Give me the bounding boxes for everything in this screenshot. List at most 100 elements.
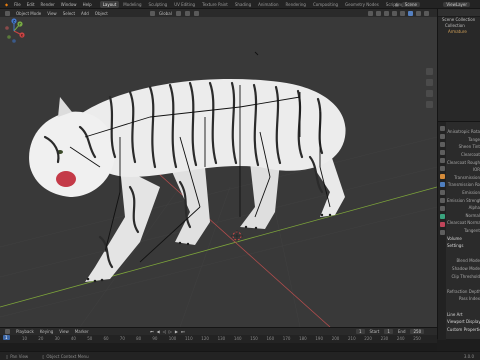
properties-field-row[interactable]	[447, 280, 480, 288]
tab-uv-editing[interactable]: UV Editing	[171, 1, 198, 8]
tab-rendering[interactable]: Rendering	[283, 1, 309, 8]
transform-orientation-dropdown[interactable]: Global	[159, 11, 172, 16]
menu-help[interactable]: Help	[83, 2, 92, 7]
tab-animation[interactable]: Animation	[255, 1, 281, 8]
editor-type-icon[interactable]	[5, 10, 10, 16]
properties-field-row[interactable]: Refraction Depth	[447, 287, 480, 295]
tab-layout[interactable]: Layout	[99, 0, 120, 8]
properties-section[interactable]: Viewport Display	[447, 318, 480, 326]
end-frame-field[interactable]: 250	[410, 329, 425, 334]
object-tab-icon[interactable]	[439, 174, 445, 179]
properties-field-row[interactable]: Emission Strength	[447, 196, 480, 204]
world-tab-icon[interactable]	[439, 166, 445, 171]
properties-field-row[interactable]	[447, 303, 480, 311]
camera-view-icon[interactable]	[426, 90, 433, 97]
menu-view[interactable]: View	[47, 11, 57, 16]
properties-field-row[interactable]: Emission	[447, 189, 480, 197]
data-tab-icon[interactable]	[439, 214, 445, 219]
properties-field-row[interactable]	[447, 250, 480, 258]
texture-tab-icon[interactable]	[439, 230, 445, 235]
properties-section[interactable]: Settings	[447, 242, 480, 250]
proportional-edit-icon[interactable]	[193, 10, 199, 16]
scene-tab-icon[interactable]	[439, 158, 445, 163]
jump-start-icon[interactable]: ⏮	[150, 329, 154, 334]
jump-end-icon[interactable]: ⏭	[181, 329, 185, 334]
render-tab-icon[interactable]	[439, 134, 445, 139]
menu-object[interactable]: Object	[95, 11, 108, 16]
view-layer-selector[interactable]: ViewLayer	[443, 2, 470, 7]
menu-render[interactable]: Render	[41, 2, 55, 7]
outliner-row-armature[interactable]: Armature	[438, 29, 480, 35]
properties-field-row[interactable]: Clearcoat Normal	[447, 219, 480, 227]
view-layer-name[interactable]: ViewLayer	[443, 2, 470, 7]
menu-select[interactable]: Select	[63, 11, 75, 16]
physics-tab-icon[interactable]	[439, 198, 445, 203]
zoom-icon[interactable]	[426, 68, 433, 75]
next-key-icon[interactable]: ▶	[175, 329, 178, 334]
play-icon[interactable]: ▷	[169, 329, 172, 334]
play-reverse-icon[interactable]: ◁	[163, 329, 166, 334]
constraints-tab-icon[interactable]	[439, 206, 445, 211]
menu-add[interactable]: Add	[81, 11, 89, 16]
menu-keying[interactable]: Keying	[40, 329, 53, 334]
properties-field-row[interactable]: Shadow Mode	[447, 265, 480, 273]
properties-field-row[interactable]: Clearcoat	[447, 151, 480, 159]
properties-field-row[interactable]: Blend Mode	[447, 257, 480, 265]
tiger-model[interactable]	[29, 78, 346, 283]
current-frame-field[interactable]: 1	[356, 329, 365, 334]
properties-field-row[interactable]: Pass Index	[447, 295, 480, 303]
wireframe-shading-icon[interactable]	[400, 10, 405, 16]
properties-field-row[interactable]: Clip Threshold	[447, 272, 480, 280]
menu-edit[interactable]: Edit	[27, 2, 35, 7]
scene-name[interactable]: Scene	[401, 2, 420, 7]
particles-tab-icon[interactable]	[439, 190, 445, 195]
tool-tab-icon[interactable]	[439, 126, 445, 131]
tab-sculpting[interactable]: Sculpting	[146, 1, 171, 8]
snap-icon[interactable]	[184, 10, 190, 16]
properties-field-row[interactable]: Transmission Ro	[447, 181, 480, 189]
output-tab-icon[interactable]	[439, 142, 445, 147]
orientation-icon[interactable]	[150, 10, 155, 16]
solid-shading-icon[interactable]	[408, 10, 413, 16]
properties-field-row[interactable]: IOR	[447, 166, 480, 174]
visibility-icon[interactable]	[368, 10, 373, 16]
properties-section[interactable]: Line Art	[447, 310, 480, 318]
tab-compositing[interactable]: Compositing	[310, 1, 341, 8]
rendered-shading-icon[interactable]	[424, 10, 429, 16]
timeline-track[interactable]	[0, 343, 437, 351]
tab-shading[interactable]: Shading	[232, 1, 254, 8]
properties-field-row[interactable]: Normal	[447, 212, 480, 220]
navigation-gizmo[interactable]: X Y Z	[0, 17, 28, 45]
properties-field-row[interactable]: Alpha	[447, 204, 480, 212]
menu-playback[interactable]: Playback	[16, 329, 34, 334]
mode-dropdown[interactable]: Object Mode	[16, 11, 41, 16]
material-preview-icon[interactable]	[416, 10, 421, 16]
properties-field-row[interactable]: Sheen Tint	[447, 143, 480, 151]
material-tab-icon[interactable]	[439, 222, 445, 227]
current-frame-marker[interactable]: 1	[3, 335, 10, 340]
scene-selector[interactable]: ▤ Scene	[395, 2, 420, 7]
properties-section[interactable]: Custom Properties	[447, 325, 480, 333]
properties-field-row[interactable]: Transmission	[447, 174, 480, 182]
timeline-editor-icon[interactable]	[5, 329, 10, 334]
timeline-ruler[interactable]: 1 10 20 30 40 50 60 70 80 90 100 110 120 130 140 150 16…	[0, 335, 437, 343]
3d-viewport[interactable]: X Y Z	[0, 17, 437, 327]
view-layer-tab-icon[interactable]	[439, 150, 445, 155]
menu-window[interactable]: Window	[61, 2, 77, 7]
properties-field-row[interactable]: Clearcoat Rough	[447, 158, 480, 166]
gizmo-toggle-icon[interactable]	[376, 10, 381, 16]
menu-marker[interactable]: Marker	[75, 329, 89, 334]
properties-section[interactable]: Volume	[447, 234, 480, 242]
pan-hand-icon[interactable]	[426, 79, 433, 86]
perspective-toggle-icon[interactable]	[426, 101, 433, 108]
tab-geometry-nodes[interactable]: Geometry Nodes	[342, 1, 382, 8]
modifier-tab-icon[interactable]	[439, 182, 445, 187]
properties-field-row[interactable]: Tange	[447, 136, 480, 144]
prev-key-icon[interactable]: ◀	[157, 329, 160, 334]
tab-modeling[interactable]: Modeling	[120, 1, 144, 8]
pivot-icon[interactable]	[175, 10, 181, 16]
blender-logo-icon[interactable]: ◆	[5, 2, 8, 7]
properties-field-row[interactable]: Tangent	[447, 227, 480, 235]
menu-file[interactable]: File	[14, 2, 21, 7]
xray-icon[interactable]	[392, 10, 397, 16]
